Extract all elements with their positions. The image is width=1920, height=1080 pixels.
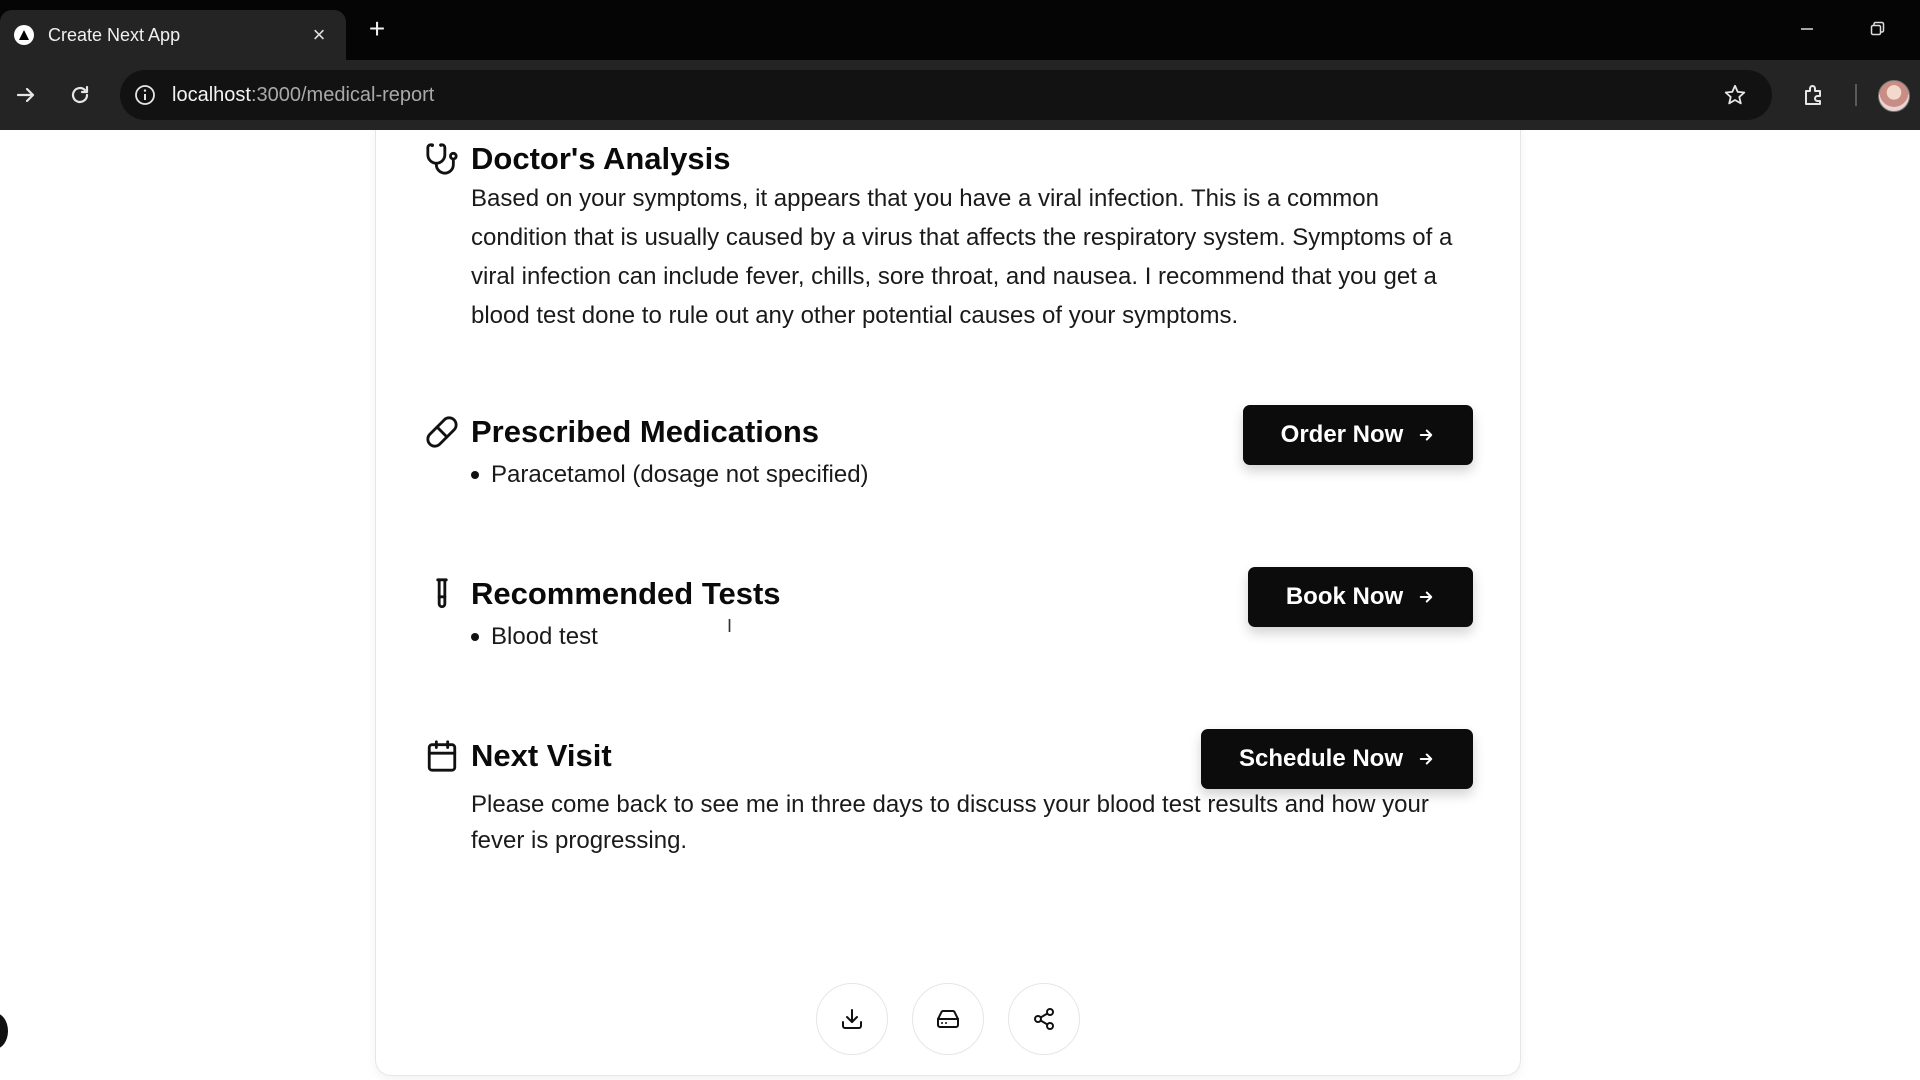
reload-icon [71,85,89,104]
download-icon [842,1009,862,1029]
calendar-icon [424,738,460,774]
schedule-now-label: Schedule Now [1238,745,1404,772]
restore-icon [1870,21,1885,36]
arrow-right-icon [16,87,35,103]
next-visit-section-header: Next Visit [424,738,612,774]
puzzle-icon [1805,85,1821,105]
schedule-now-button[interactable]: Schedule Now [1201,729,1473,789]
browser-toolbar: localhost:3000/medical-report [0,60,1920,130]
arrow-right-icon [1417,426,1435,444]
share-button[interactable] [1008,983,1080,1055]
download-button[interactable] [816,983,888,1055]
bookmark-star-icon[interactable] [1722,82,1748,108]
new-tab-button[interactable]: + [362,14,392,44]
analysis-title: Doctor's Analysis [471,141,731,176]
medication-item: Paracetamol (dosage not specified) [471,461,869,489]
test-tube-icon [424,576,460,612]
bullet-dot [471,471,479,479]
profile-avatar[interactable] [1878,80,1910,112]
medical-report-card: Doctor's Analysis Based on your symptoms… [375,130,1521,1076]
pill-icon [424,414,460,450]
extensions-button[interactable] [1797,78,1831,112]
medication-item-text: Paracetamol (dosage not specified) [491,461,869,488]
tests-title: Recommended Tests [471,576,781,611]
browser-tab[interactable]: Create Next App × [0,10,346,60]
next-visit-title: Next Visit [471,738,612,773]
arrow-right-icon [1417,588,1435,606]
browser-tab-strip: Create Next App × + [0,0,1920,60]
order-now-button[interactable]: Order Now [1243,405,1473,465]
site-info-icon[interactable] [132,82,158,108]
forward-button[interactable] [9,78,43,112]
medications-section-header: Prescribed Medications [424,414,819,450]
url-path: :3000/medical-report [250,83,435,106]
next-visit-line: Please come back to see me in three days… [471,791,1429,818]
share-icon [1034,1008,1054,1030]
reload-button[interactable] [63,78,97,112]
printer-icon [937,1010,959,1028]
next-triangle-icon [14,25,34,45]
arrow-right-icon [1417,750,1435,768]
toolbar-divider [1855,84,1857,106]
minimize-icon [1801,28,1813,30]
url-host: localhost [172,83,251,106]
book-now-label: Book Now [1285,583,1404,610]
test-item: Blood test [471,623,598,651]
print-button[interactable] [912,983,984,1055]
text-cursor-icon: I [727,616,733,636]
analysis-line: Based on your symptoms, it appears that … [471,185,1379,212]
bullet-dot [471,633,479,641]
analysis-section-header: Doctor's Analysis [424,141,730,177]
analysis-line: viral infection can include fever, chill… [471,263,1437,290]
analysis-line: blood test done to rule out any other po… [471,302,1239,329]
tab-title: Create Next App [48,24,181,45]
analysis-line: condition that is usually caused by a vi… [471,224,1453,251]
analysis-text: Based on your symptoms, it appears that … [471,179,1471,335]
address-bar[interactable]: localhost:3000/medical-report [120,70,1772,120]
url-text[interactable]: localhost:3000/medical-report [172,84,434,107]
floating-indicator[interactable] [0,1013,8,1049]
stethoscope-icon [424,141,460,177]
minimize-button[interactable] [1787,14,1827,44]
tab-close-button[interactable]: × [306,22,332,48]
page-viewport: Doctor's Analysis Based on your symptoms… [0,130,1920,1080]
test-item-text: Blood test [491,623,598,650]
next-visit-line: fever is progressing. [471,827,688,854]
order-now-label: Order Now [1280,421,1404,448]
restore-button[interactable] [1857,14,1897,44]
medications-title: Prescribed Medications [471,414,820,449]
next-visit-text: Please come back to see me in three days… [471,787,1471,859]
book-now-button[interactable]: Book Now [1248,567,1473,627]
tests-section-header: Recommended Tests [424,576,781,612]
